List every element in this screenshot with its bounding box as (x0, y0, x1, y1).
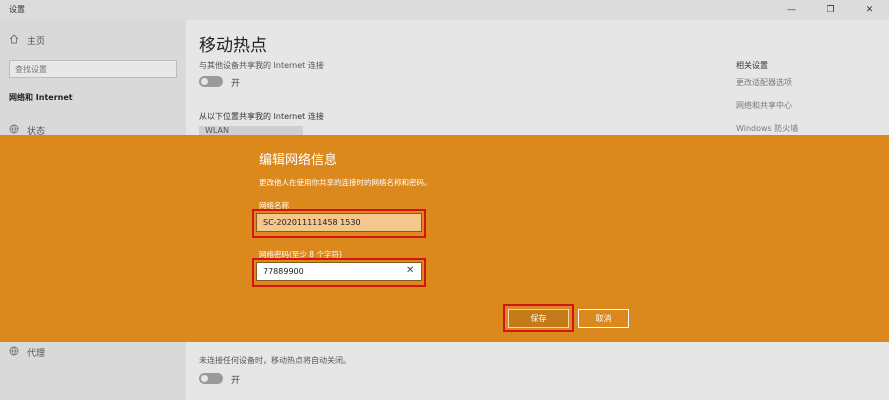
cancel-button[interactable]: 取消 (578, 309, 629, 328)
close-button[interactable]: ✕ (850, 0, 889, 20)
clear-icon[interactable]: ✕ (406, 265, 414, 276)
dialog-title: 编辑网络信息 (259, 153, 338, 168)
power-saving-toggle[interactable] (199, 373, 223, 384)
hotspot-toggle[interactable] (199, 76, 223, 87)
power-saving-description: 未连接任何设备时，移动热点将自动关闭。 (199, 356, 351, 365)
sidebar-item-label: 主页 (27, 37, 46, 47)
share-description: 与其他设备共享我的 Internet 连接 (199, 61, 324, 70)
related-settings-title: 相关设置 (736, 61, 768, 70)
edit-network-dialog: 编辑网络信息 更改他人在使用你共享的连接时的网络名称和密码。 网络名称 SC-2… (0, 135, 889, 342)
sidebar-section-title: 网络和 Internet (9, 93, 73, 102)
network-password-input[interactable]: 77889900 (256, 262, 422, 281)
title-bar: 设置 — ❐ ✕ (0, 0, 889, 20)
toggle-state-label: 开 (231, 79, 241, 89)
dialog-description: 更改他人在使用你共享的连接时的网络名称和密码。 (259, 178, 432, 187)
sidebar-item-label: 代理 (27, 349, 46, 359)
maximize-button[interactable]: ❐ (811, 0, 850, 20)
link-adapter-options[interactable]: 更改适配器选项 (736, 77, 798, 88)
window-controls: — ❐ ✕ (772, 0, 889, 20)
network-name-input[interactable]: SC-202011111458 1530 (256, 213, 422, 232)
page-title: 移动热点 (199, 36, 267, 56)
home-icon (9, 34, 19, 47)
globe-icon (9, 346, 19, 359)
link-sharing-center[interactable]: 网络和共享中心 (736, 100, 798, 111)
save-button[interactable]: 保存 (508, 309, 569, 328)
related-settings: 相关设置 更改适配器选项 网络和共享中心 Windows 防火墙 (736, 60, 798, 146)
toggle-state-label: 开 (231, 376, 241, 386)
minimize-button[interactable]: — (772, 0, 811, 20)
sidebar-item-proxy[interactable]: 代理 (9, 346, 45, 359)
window-title: 设置 (9, 5, 25, 14)
share-from-label: 从以下位置共享我的 Internet 连接 (199, 112, 324, 121)
search-input[interactable]: 查找设置 (9, 60, 177, 78)
link-firewall[interactable]: Windows 防火墙 (736, 123, 798, 134)
sidebar-item-home[interactable]: 主页 (9, 34, 45, 47)
